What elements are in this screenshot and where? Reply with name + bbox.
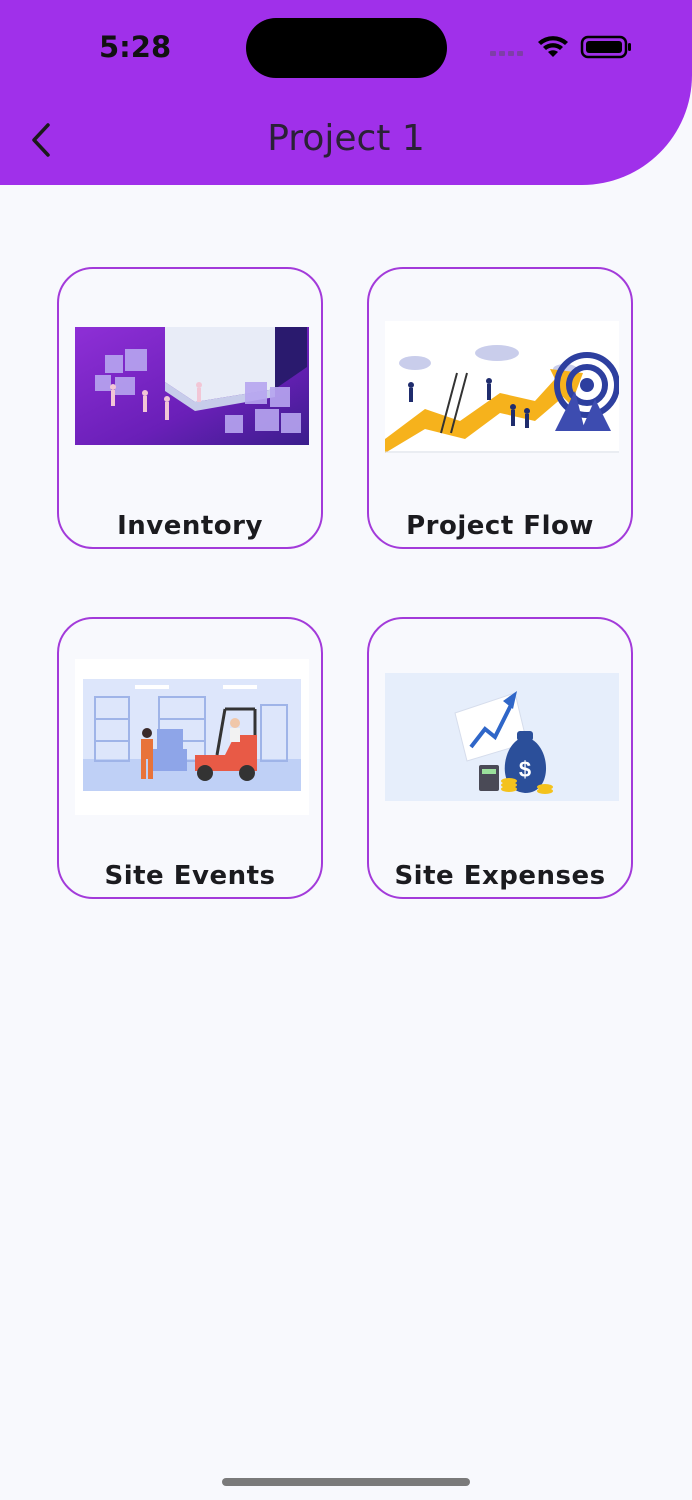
site-events-card[interactable]: Site Events <box>57 617 323 899</box>
warehouse-boxes-illustration <box>75 327 309 445</box>
app-header: 5:28 Project 1 <box>0 0 692 185</box>
forklift-warehouse-illustration <box>75 659 309 815</box>
inventory-card[interactable]: Inventory <box>57 267 323 549</box>
card-label: Project Flow <box>406 511 594 541</box>
svg-text:$: $ <box>519 757 531 782</box>
site-expenses-card[interactable]: $ Site Expenses <box>367 617 633 899</box>
status-time: 5:28 <box>99 30 172 64</box>
cellular-signal-icon <box>490 51 523 56</box>
home-indicator[interactable] <box>222 1478 470 1486</box>
wifi-icon <box>538 36 568 57</box>
status-icons <box>490 34 635 60</box>
page-title: Project 1 <box>267 118 425 159</box>
project-flow-card[interactable]: Project Flow <box>367 267 633 549</box>
money-bag-chart-illustration: $ <box>385 673 619 801</box>
target-growth-arrow-illustration <box>385 321 619 453</box>
battery-icon <box>580 35 631 59</box>
dynamic-island <box>246 18 447 78</box>
card-label: Inventory <box>117 511 263 541</box>
card-label: Site Events <box>104 861 276 891</box>
card-label: Site Expenses <box>394 861 606 891</box>
